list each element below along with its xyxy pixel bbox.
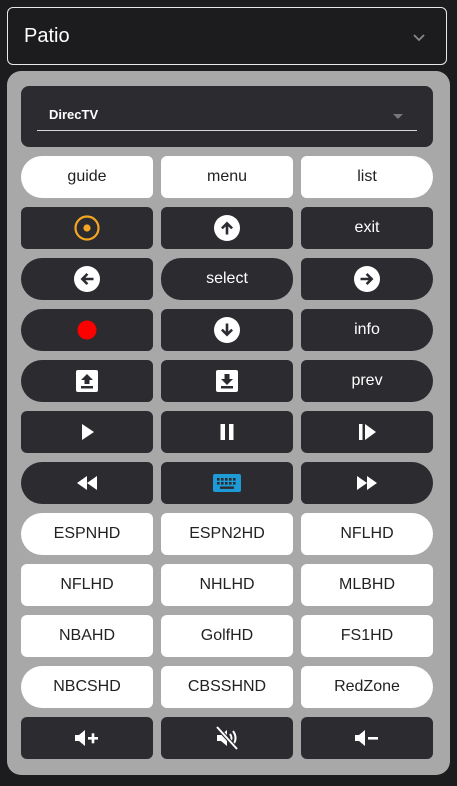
prev-button[interactable]: prev [301,360,433,402]
channel-button[interactable]: ESPN2HD [161,513,293,555]
dropdown-caret-icon [393,114,403,119]
mute-button[interactable] [161,717,293,759]
volume-down-icon [355,730,378,746]
remote-panel: DirecTV guide menu list exit select info… [7,71,450,775]
rewind-icon [77,476,97,490]
volume-up-button[interactable] [21,717,153,759]
record-button[interactable] [21,309,153,351]
info-button[interactable]: info [301,309,433,351]
fast-forward-icon [357,476,377,490]
channel-button[interactable]: NFLHD [301,513,433,555]
channel-button[interactable]: NHLHD [161,564,293,606]
source-underline [37,130,417,131]
list-button[interactable]: list [301,156,433,198]
down-button[interactable] [161,309,293,351]
play-button[interactable] [21,411,153,453]
arrow-down-circle-icon [214,317,240,343]
volume-up-icon [75,730,98,746]
channel-down-icon [216,370,238,392]
pause-button[interactable] [161,411,293,453]
channel-button[interactable]: ESPNHD [21,513,153,555]
channel-button[interactable]: NBCSHD [21,666,153,708]
channel-button[interactable]: CBSSHND [161,666,293,708]
select-button[interactable]: select [161,258,293,300]
power-ring-icon [74,215,100,241]
keyboard-button[interactable] [161,462,293,504]
channel-up-button[interactable] [21,360,153,402]
up-button[interactable] [161,207,293,249]
keyboard-icon [213,474,241,492]
arrow-right-circle-icon [354,266,380,292]
channel-down-button[interactable] [161,360,293,402]
pause-icon [220,424,234,440]
step-forward-icon [359,424,376,440]
mute-icon [215,725,239,751]
channel-button[interactable]: MLBHD [301,564,433,606]
power-button[interactable] [21,207,153,249]
chevron-down-icon [413,34,425,42]
right-button[interactable] [301,258,433,300]
left-button[interactable] [21,258,153,300]
channel-button[interactable]: FS1HD [301,615,433,657]
channel-button[interactable]: NFLHD [21,564,153,606]
channel-button[interactable]: RedZone [301,666,433,708]
channel-button[interactable]: GolfHD [161,615,293,657]
source-select-value: DirecTV [49,107,99,122]
fast-forward-button[interactable] [301,462,433,504]
arrow-up-circle-icon [214,215,240,241]
record-dot-icon [77,320,97,340]
volume-down-button[interactable] [301,717,433,759]
exit-button[interactable]: exit [301,207,433,249]
channel-button[interactable]: NBAHD [21,615,153,657]
play-icon [82,424,94,440]
guide-button[interactable]: guide [21,156,153,198]
channel-up-icon [76,370,98,392]
source-select[interactable]: DirecTV [21,86,433,147]
menu-button[interactable]: menu [161,156,293,198]
arrow-left-circle-icon [74,266,100,292]
room-select[interactable]: Patio [7,7,447,65]
room-select-value: Patio [24,25,70,47]
rewind-button[interactable] [21,462,153,504]
step-forward-button[interactable] [301,411,433,453]
